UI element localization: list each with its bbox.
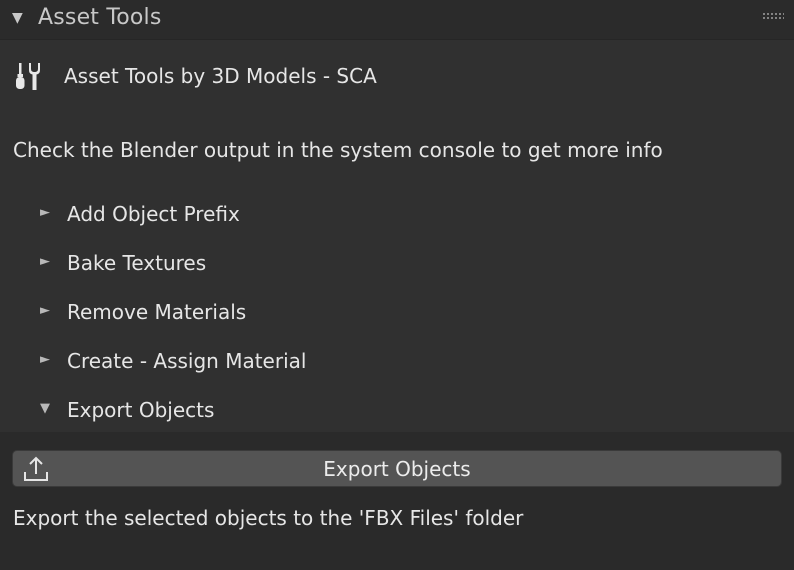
- expand-arrow-icon[interactable]: ►: [40, 205, 50, 220]
- subpanel-label: Bake Textures: [67, 251, 207, 275]
- collapse-arrow-icon[interactable]: ▼: [12, 10, 23, 26]
- subpanel-label: Export Objects: [67, 398, 215, 422]
- info-text: Check the Blender output in the system c…: [13, 138, 663, 162]
- export-description: Export the selected objects to the 'FBX …: [13, 506, 524, 530]
- subpanel-export-objects[interactable]: ▼ Export Objects: [40, 394, 760, 428]
- brand-text: Asset Tools by 3D Models - SCA: [64, 64, 377, 88]
- expand-arrow-icon[interactable]: ►: [40, 303, 50, 318]
- export-objects-content: Export Objects Export the selected objec…: [0, 432, 794, 570]
- subpanel-create-assign-material[interactable]: ► Create - Assign Material: [40, 345, 760, 379]
- export-button-label: Export Objects: [323, 457, 471, 481]
- grip-icon[interactable]: [762, 12, 784, 20]
- subpanel-label: Remove Materials: [67, 300, 247, 324]
- asset-tools-panel: ▼ Asset Tools Asset Tools by 3D Models -…: [0, 0, 794, 570]
- subpanel-label: Add Object Prefix: [67, 202, 240, 226]
- expand-arrow-icon[interactable]: ►: [40, 254, 50, 269]
- tools-icon: [16, 63, 40, 90]
- subpanel-add-object-prefix[interactable]: ► Add Object Prefix: [40, 198, 760, 232]
- panel-header[interactable]: ▼ Asset Tools: [0, 0, 794, 40]
- subpanel-label: Create - Assign Material: [67, 349, 307, 373]
- collapse-arrow-icon[interactable]: ▼: [40, 401, 50, 416]
- export-objects-button[interactable]: Export Objects: [12, 450, 782, 487]
- panel-title: Asset Tools: [38, 5, 162, 30]
- subpanel-bake-textures[interactable]: ► Bake Textures: [40, 247, 760, 281]
- subpanel-remove-materials[interactable]: ► Remove Materials: [40, 296, 760, 330]
- expand-arrow-icon[interactable]: ►: [40, 352, 50, 367]
